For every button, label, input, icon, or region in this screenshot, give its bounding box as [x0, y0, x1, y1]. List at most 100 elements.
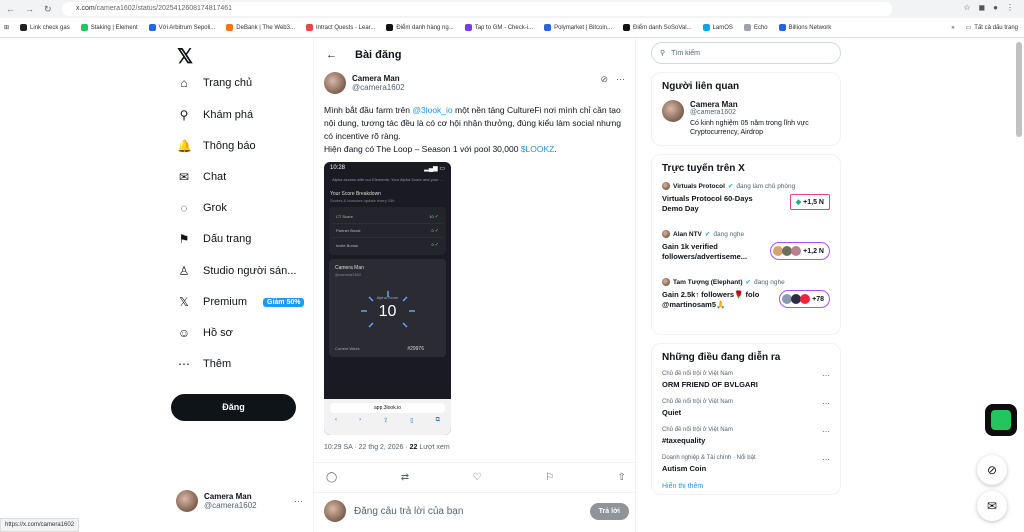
bookmark-icon[interactable]: ⚐ [545, 472, 554, 483]
grok-icon[interactable]: ⊘ [600, 74, 608, 85]
trend-item[interactable]: Chủ đề nổi trội ở Việt Nam ORM FRIEND OF … [662, 371, 830, 389]
trend-item[interactable]: Chủ đề nổi trội ở Việt Nam #taxequality ⋯ [662, 427, 830, 445]
breakdown-title: Your Score Breakdown [330, 191, 381, 197]
cashtag-link[interactable]: $LOOKZ [521, 144, 555, 154]
listener-count: ◆ +1,5 N [789, 194, 830, 210]
forward-icon[interactable]: → [25, 4, 34, 15]
bookmark-item[interactable]: Điểm danh hàng ng... [386, 24, 454, 31]
related-person[interactable]: Camera Man @camera1602 Có kinh nghiệm 05… [662, 100, 830, 137]
search-icon: ⚲ [179, 108, 189, 122]
author-name[interactable]: Camera Man [352, 74, 405, 83]
mention-link[interactable]: @3look_io [412, 105, 452, 115]
reply-icon[interactable]: ◯ [326, 472, 337, 483]
browser-toolbar: ← → ↻ x.com/camera1602/status/2025412608… [0, 0, 1024, 18]
profile-icon: ☺ [177, 326, 191, 340]
tweet-image[interactable]: 10:28 ▂▄▆ ▭ Alpha access with our Elemen… [324, 162, 451, 435]
bookmark-item[interactable]: Link check gas [20, 24, 70, 31]
more-dots-icon[interactable]: ⋯ [822, 371, 830, 380]
avatar [662, 278, 670, 286]
app-logo-icon [991, 410, 1011, 430]
home-icon: ⌂ [180, 76, 188, 90]
nav-item-2[interactable]: 🔔 Thông báo [177, 139, 256, 153]
retweet-icon[interactable]: ⇄ [401, 472, 409, 483]
live-space-item[interactable]: Tam Tượng (Elephant) ✔ đang nghe Gain 2.5k↑… [662, 278, 830, 318]
bookmark-item[interactable]: LamOS [702, 24, 733, 31]
more-icon: ⋯ [178, 357, 190, 371]
nav-item-6[interactable]: ♙ Studio người sán... [177, 264, 297, 278]
bookmark-item[interactable]: Billions Network [778, 24, 831, 31]
tweet-actions: ◯ ⇄ ♡ ⚐ ⇧ [326, 472, 626, 483]
live-space-item[interactable]: Virtuals Protocol ✔ đang làm chủ phòng Virt… [662, 182, 830, 222]
verified-icon: ✔ [704, 231, 711, 238]
apps-icon[interactable]: ⊞ [4, 24, 9, 31]
avatar[interactable] [324, 72, 346, 94]
x-logo-icon[interactable]: 𝕏 [177, 44, 193, 69]
nav-item-5[interactable]: ⚑ Dấu trang [177, 232, 252, 246]
live-space-item[interactable]: Alan NTV ✔ đang nghe Gain 1k verified follo… [662, 230, 830, 270]
trend-title: #taxequality [662, 436, 706, 445]
trend-title: Autism Coin [662, 464, 707, 473]
reply-input[interactable]: Đăng câu trả lời của bạn [354, 506, 582, 517]
space-host: Tam Tượng (Elephant) ✔ đang nghe [662, 278, 830, 286]
all-bookmarks[interactable]: ▭ Tất cả dấu trang [966, 24, 1024, 32]
nav-item-0[interactable]: ⌂ Trang chủ [177, 76, 252, 90]
account-switcher[interactable]: Camera Man @camera1602 ⋯ [176, 490, 303, 512]
reload-icon[interactable]: ↻ [44, 4, 52, 15]
share-icon: ⇪ [383, 418, 389, 424]
extension-icon[interactable]: ◼ [979, 3, 986, 12]
back-arrow-icon[interactable]: ← [326, 49, 337, 61]
trend-item[interactable]: Doanh nghiệp & Tài chính · Nổi bật Autism… [662, 455, 830, 473]
nav-item-7[interactable]: 𝕏 Premium Giảm 50% [177, 295, 305, 309]
trend-item[interactable]: Chủ đề nổi trội ở Việt Nam Quiet ⋯ [662, 399, 830, 417]
more-dots-icon[interactable]: ⋯ [822, 455, 830, 464]
phone-browser-icons: ‹ › ⇪ ▯ ⧉ [324, 417, 451, 424]
bookmark-item[interactable]: Polymarket | Bitcoin... [544, 24, 612, 31]
profile-icon[interactable]: ● [993, 3, 998, 12]
nav-item-label: Studio người sán... [203, 265, 297, 277]
tweet-author[interactable]: Camera Man @camera1602 [324, 72, 405, 94]
studio-icon: ♙ [178, 264, 190, 278]
diamond-icon: ◆ [795, 199, 802, 206]
avatar[interactable] [662, 100, 684, 122]
live-spaces-panel: Trực tuyến trên X Virtuals Protocol ✔ đang… [651, 154, 841, 335]
bookmark-item[interactable]: Với Arbitrum Sepoli... [148, 24, 215, 31]
bookmark-item[interactable]: Điểm danh SoSoVal... [623, 24, 692, 31]
reply-button[interactable]: Trả lời [589, 502, 629, 520]
person-handle: @camera1602 [690, 109, 737, 116]
more-dots-icon[interactable]: ⋯ [616, 74, 625, 85]
trend-context: Chủ đề nổi trội ở Việt Nam [662, 371, 733, 377]
nav-item-1[interactable]: ⚲ Khám phá [177, 108, 254, 122]
avatar [324, 500, 346, 522]
more-dots-icon[interactable]: ⋯ [822, 427, 830, 436]
menu-icon[interactable]: ⋮ [1006, 3, 1014, 12]
messages-floating-button[interactable]: ✉ [977, 491, 1007, 521]
nav-item-4[interactable]: ◌ Grok [177, 201, 226, 215]
bookmark-item[interactable]: Tap to GM - Check-i... [464, 24, 533, 31]
person-name[interactable]: Camera Man [690, 100, 830, 109]
search-input[interactable]: ⚲ Tìm kiếm [651, 42, 841, 64]
like-icon[interactable]: ♡ [473, 472, 482, 483]
grok-floating-button[interactable]: ⊘ [977, 455, 1007, 485]
check-icon: ✓ [434, 242, 439, 248]
bookmark-favicon-icon [226, 24, 234, 31]
bookmark-item[interactable]: Echo [743, 24, 768, 31]
reply-composer: Đăng câu trả lời của bạn Trả lời [324, 500, 629, 522]
bookmark-item[interactable]: Staking | Element [80, 24, 138, 31]
show-more-link[interactable]: Hiển thị thêm [662, 483, 830, 490]
bookmarks-overflow-icon[interactable]: » [951, 25, 954, 31]
share-icon[interactable]: ⇧ [618, 472, 626, 483]
more-dots-icon[interactable]: ⋯ [294, 496, 303, 507]
extension-floating-button[interactable] [985, 404, 1017, 436]
tweet-timestamp[interactable]: 10:29 SA · 22 thg 2, 2026 · [324, 444, 410, 451]
nav-item-8[interactable]: ☺ Hồ sơ [177, 326, 233, 340]
nav-item-3[interactable]: ✉ Chat [177, 170, 226, 184]
nav-item-9[interactable]: ⋯ Thêm [177, 357, 231, 371]
bookmark-item[interactable]: Intract Quests - Lear... [305, 24, 375, 31]
scrollbar[interactable] [1016, 42, 1022, 137]
more-dots-icon[interactable]: ⋯ [822, 399, 830, 408]
address-bar[interactable]: x.com/camera1602/status/2025412608174817… [62, 2, 892, 16]
back-icon[interactable]: ← [6, 4, 15, 15]
star-icon[interactable]: ☆ [963, 3, 970, 12]
bookmark-item[interactable]: DeBank | The Web3... [226, 24, 295, 31]
post-button[interactable]: Đăng [171, 394, 296, 421]
